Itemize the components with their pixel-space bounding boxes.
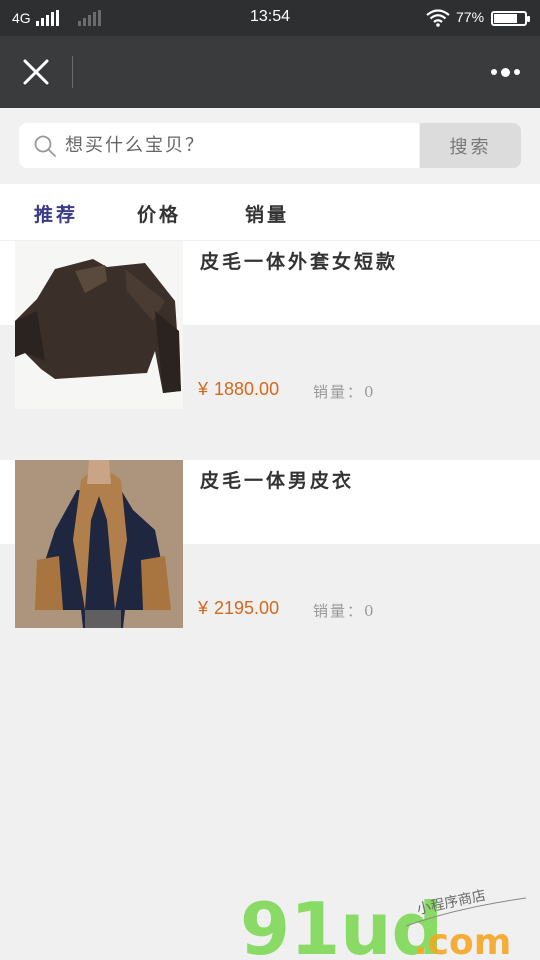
nav-divider — [72, 56, 73, 88]
search-input[interactable] — [65, 135, 385, 156]
product-image — [15, 460, 183, 628]
product-price: ¥2195.00 — [198, 598, 279, 619]
tab-sales[interactable]: 销量 — [245, 200, 289, 227]
product-image — [15, 241, 183, 409]
currency-symbol: ¥ — [198, 598, 209, 618]
svg-text:.com: .com — [414, 922, 511, 960]
wifi-icon — [426, 9, 450, 27]
more-dots-icon — [490, 67, 520, 77]
search-box — [19, 123, 419, 168]
tab-price[interactable]: 价格 — [137, 200, 181, 227]
status-bar: 4G 13:54 77% — [0, 0, 540, 36]
product-name: 皮毛一体男皮衣 — [200, 470, 355, 492]
search-button[interactable]: 搜索 — [420, 123, 521, 168]
battery-icon — [491, 11, 530, 26]
product-item[interactable]: 皮毛一体外套女短款 ¥1880.00 销量：0 — [0, 241, 540, 409]
product-sales: 销量：0 — [313, 602, 376, 620]
search-bar: 搜索 — [0, 108, 540, 184]
product-price: ¥1880.00 — [198, 379, 279, 400]
battery-fill — [494, 14, 518, 23]
battery-percent: 77% — [456, 9, 485, 25]
price-value: 2195.00 — [214, 598, 280, 618]
search-icon — [34, 135, 56, 157]
sort-tabs: 推荐 价格 销量 — [0, 184, 540, 240]
more-button[interactable] — [482, 58, 528, 86]
currency-symbol: ¥ — [198, 379, 209, 399]
price-value: 1880.00 — [214, 379, 280, 399]
product-item[interactable]: 皮毛一体男皮衣 ¥2195.00 销量：0 — [0, 460, 540, 628]
tab-recommended[interactable]: 推荐 — [34, 200, 78, 227]
product-sales: 销量：0 — [313, 383, 376, 401]
product-name: 皮毛一体外套女短款 — [200, 251, 399, 273]
close-icon — [23, 59, 49, 85]
watermark-logo: 91ud .com 小程序商店 — [240, 887, 527, 960]
nav-bar — [0, 36, 540, 108]
close-button[interactable] — [14, 50, 58, 94]
